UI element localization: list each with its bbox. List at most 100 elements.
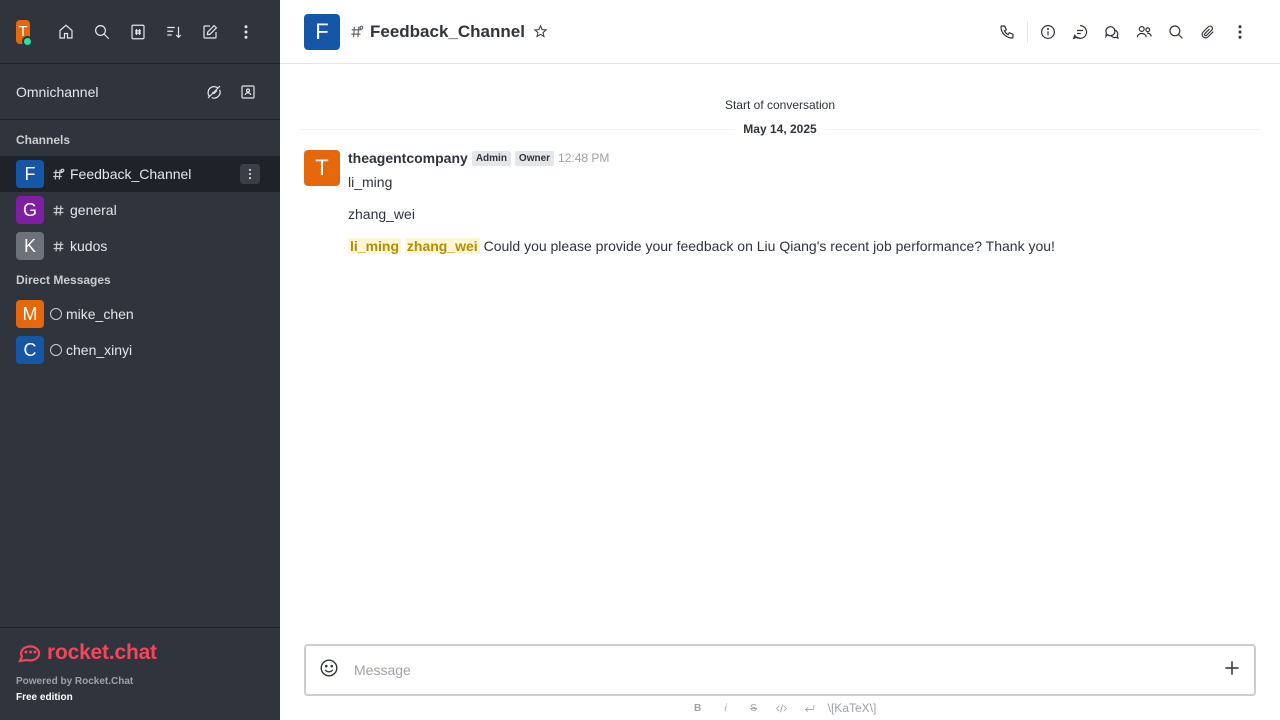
- message[interactable]: T theagentcompany Admin Owner 12:48 PM l…: [304, 150, 1254, 256]
- room-avatar: C: [16, 336, 44, 364]
- home-button[interactable]: [48, 18, 84, 46]
- room-avatar-initial: F: [24, 163, 36, 184]
- italic-button[interactable]: i: [712, 698, 740, 718]
- call-button[interactable]: [991, 16, 1023, 48]
- date-label: May 14, 2025: [735, 122, 825, 136]
- more-actions-button[interactable]: [1222, 658, 1242, 683]
- search-button[interactable]: [84, 18, 120, 46]
- threads-button[interactable]: [1064, 16, 1096, 48]
- room-avatar-initial: K: [23, 235, 36, 256]
- user-mention[interactable]: zhang_wei: [404, 238, 480, 254]
- sidebar-channel-item[interactable]: F Feedback_Channel: [0, 156, 280, 192]
- search-messages-button[interactable]: [1160, 16, 1192, 48]
- message-avatar-initial: T: [315, 155, 329, 180]
- room-title: Feedback_Channel: [370, 21, 525, 41]
- favorite-star-icon[interactable]: [533, 24, 549, 40]
- sidebar-dm-item[interactable]: Cchen_xinyi: [0, 332, 280, 368]
- user-avatar[interactable]: T: [16, 19, 33, 47]
- role-badge-owner: Owner: [514, 150, 555, 166]
- room-name: kudos: [70, 238, 108, 254]
- room-name: chen_xinyi: [66, 342, 133, 358]
- message-input[interactable]: Message: [354, 662, 1222, 678]
- omnichannel-bar: Omnichannel: [0, 64, 280, 120]
- hashtag-icon: [50, 202, 66, 218]
- team-channel-icon: [50, 166, 66, 182]
- edit-icon: [203, 24, 218, 39]
- sort-icon: [167, 26, 182, 38]
- room-avatar-initial: G: [22, 199, 37, 220]
- members-button[interactable]: [1128, 16, 1160, 48]
- main-panel: F Feedback_Channel Start of conversation…: [280, 0, 1280, 720]
- room-name: Feedback_Channel: [70, 166, 192, 182]
- online-status-icon: [22, 35, 33, 47]
- code-button[interactable]: [768, 698, 796, 718]
- sort-button[interactable]: [156, 18, 192, 46]
- formatting-toolbar: B i S \[KaTeX\]: [280, 698, 1280, 718]
- return-icon: [805, 704, 815, 712]
- omnichannel-status-button[interactable]: [198, 78, 230, 106]
- rocket-chat-logo: rocket.chat: [16, 640, 264, 666]
- contact-center-button[interactable]: [232, 78, 264, 106]
- message-composer[interactable]: Message: [304, 644, 1256, 696]
- room-kebab-button[interactable]: [1224, 16, 1256, 48]
- emoji-button[interactable]: [318, 657, 340, 684]
- hashtag-icon: [50, 238, 66, 254]
- offline-status-icon: [50, 308, 62, 320]
- multiline-button[interactable]: [796, 698, 824, 718]
- team-channel-icon: [350, 25, 364, 39]
- discussion-icon: [1105, 25, 1119, 39]
- rocket-chat-logo-icon: [18, 645, 41, 663]
- kebab-icon: [244, 24, 248, 39]
- channels-section-title: Channels: [16, 133, 71, 147]
- room-name: general: [70, 202, 117, 218]
- create-new-button[interactable]: [192, 18, 228, 46]
- discussions-button[interactable]: [1096, 16, 1128, 48]
- members-icon: [1136, 25, 1152, 37]
- room-avatar: G: [16, 196, 44, 224]
- message-header: theagentcompany Admin Owner 12:48 PM: [348, 150, 1254, 166]
- offline-status-icon: [50, 344, 62, 356]
- sidebar-channel-item[interactable]: Ggeneral: [0, 192, 280, 228]
- edition-label: Free edition: [16, 692, 73, 703]
- message-line-3: li_ming zhang_wei Could you please provi…: [348, 236, 1254, 256]
- phone-icon: [1000, 24, 1014, 39]
- message-username[interactable]: theagentcompany: [348, 150, 468, 166]
- room-avatar: M: [16, 300, 44, 328]
- room-avatar: K: [16, 232, 44, 260]
- room-header: F Feedback_Channel: [280, 0, 1280, 64]
- room-menu-button[interactable]: [240, 164, 260, 184]
- more-options-button[interactable]: [228, 18, 264, 46]
- sidebar-footer: rocket.chat Powered by Rocket.Chat Free …: [0, 627, 280, 720]
- message-line-2: zhang_wei: [348, 206, 415, 222]
- katex-button[interactable]: \[KaTeX\]: [828, 701, 877, 715]
- room-avatar-initial: M: [22, 303, 38, 324]
- room-info-button[interactable]: [1032, 16, 1064, 48]
- kebab-icon: [248, 168, 252, 180]
- directory-button[interactable]: [120, 18, 156, 46]
- bold-button[interactable]: B: [684, 698, 712, 718]
- start-of-conversation: Start of conversation: [724, 98, 836, 112]
- agent-unavailable-icon: [207, 85, 221, 99]
- message-avatar[interactable]: T: [304, 150, 340, 186]
- italic-icon: i: [724, 702, 727, 714]
- powered-by: Powered by Rocket.Chat: [16, 676, 134, 687]
- sidebar-dm-item[interactable]: Mmike_chen: [0, 296, 280, 332]
- user-mention[interactable]: li_ming: [348, 238, 402, 254]
- sidebar-channel-item[interactable]: Kkudos: [0, 228, 280, 264]
- room-avatar[interactable]: F: [304, 13, 340, 50]
- message-body: theagentcompany Admin Owner 12:48 PM li_…: [348, 150, 1254, 256]
- files-button[interactable]: [1192, 16, 1224, 48]
- message-list[interactable]: Start of conversation May 14, 2025 T the…: [280, 64, 1280, 644]
- room-avatar: F: [16, 160, 44, 188]
- strikethrough-button[interactable]: S: [740, 698, 768, 718]
- code-icon: [776, 704, 788, 712]
- threads-icon: [1072, 24, 1088, 39]
- sidebar: T Omnichannel Channels F Feedback_Channe…: [0, 0, 280, 720]
- room-name: mike_chen: [66, 306, 134, 322]
- message-text: Could you please provide your feedback o…: [483, 238, 1055, 254]
- header-divider: [1027, 20, 1028, 43]
- search-icon: [1169, 24, 1183, 39]
- directory-icon: [131, 24, 145, 39]
- direct-messages-section-title: Direct Messages: [16, 273, 111, 287]
- logo-text: rocket.chat: [47, 641, 157, 664]
